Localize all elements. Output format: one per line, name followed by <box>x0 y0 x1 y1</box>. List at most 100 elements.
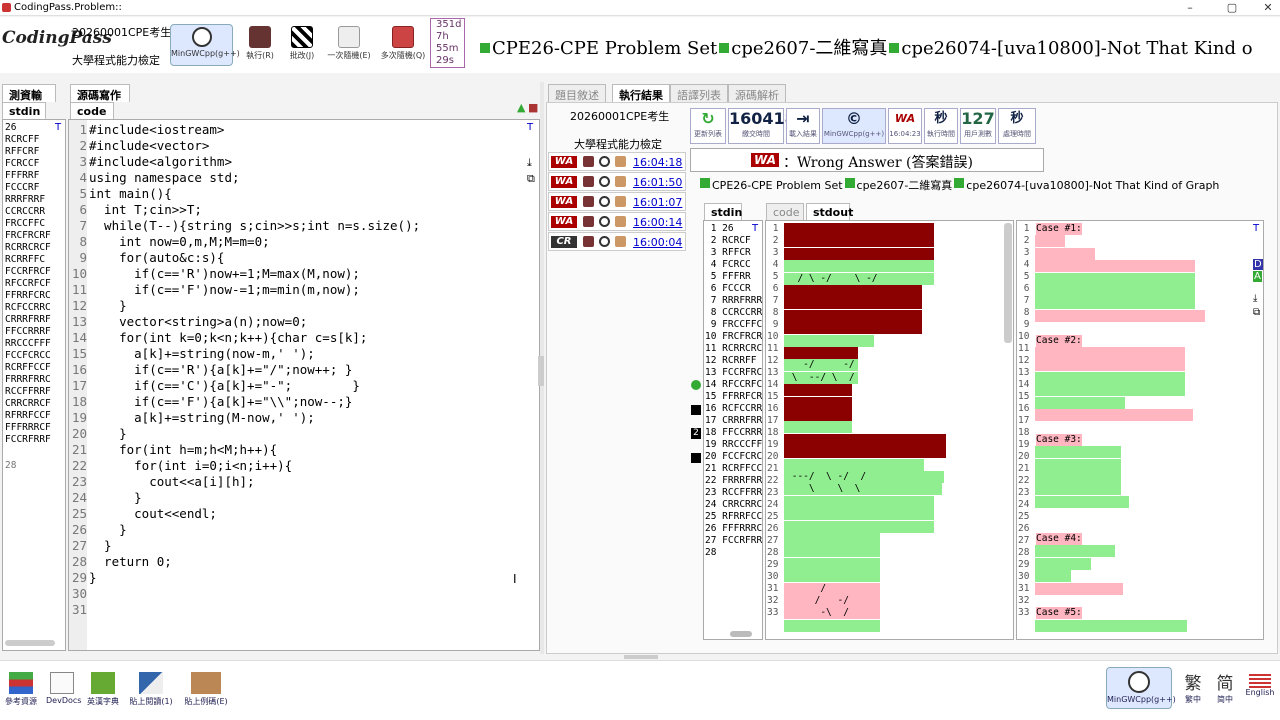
submission-row[interactable]: WA 16:04:18 <box>548 152 686 171</box>
code-line[interactable]: #include<iostream> <box>89 122 420 138</box>
run-small-icon[interactable]: ▲ <box>517 101 525 114</box>
submission-row[interactable]: WA 16:01:50 <box>548 172 686 191</box>
code-line[interactable]: if(c=='R')now+=1;M=max(M,now); <box>89 266 420 282</box>
stdin-line: FCCFCRCC <box>5 350 51 361</box>
code-line[interactable]: int now=0,m,M;M=m=0; <box>89 234 420 250</box>
code-line[interactable]: } <box>89 426 420 442</box>
code-line[interactable]: } <box>89 522 420 538</box>
result-stdin-panel[interactable]: 1 26 2 RCRCF 3 RFFCR 4 FCRCC 5 FFFRR 6 F… <box>703 220 763 640</box>
submission-row[interactable]: WA 16:01:07 <box>548 192 686 211</box>
download-icon[interactable]: ⤓ <box>527 156 532 170</box>
submission-time[interactable]: 16:00:04 <box>633 236 682 249</box>
close-icon[interactable]: ✕ <box>1258 1 1278 14</box>
code-line[interactable]: for(int i=0;i<n;i++){ <box>89 458 420 474</box>
text-mode-icon[interactable]: T <box>1253 223 1259 234</box>
code-line[interactable]: cout<<endl; <box>89 506 420 522</box>
code-line[interactable]: for(int k=0;k<n;k++){char c=s[k]; <box>89 330 420 346</box>
random-once-button[interactable]: 一次隨機(E) <box>322 24 376 66</box>
code-line[interactable]: while(T--){string s;cin>>s;int n=s.size(… <box>89 218 420 234</box>
text-mode-icon[interactable]: T <box>527 122 533 133</box>
code-line[interactable]: if(c=='C'){a[k]+="-"; } <box>89 378 420 394</box>
devdocs-button[interactable]: DevDocs <box>46 672 81 705</box>
code-line[interactable]: #include<vector> <box>89 138 420 154</box>
io-tab-code[interactable]: code <box>766 203 804 221</box>
stdin-hscrollbar[interactable] <box>730 631 752 637</box>
tab-run-result[interactable]: 執行結果 <box>612 84 670 102</box>
copy-icon[interactable]: ⧉ <box>1253 307 1260 318</box>
text-mode-icon[interactable]: T <box>752 223 758 234</box>
code-line[interactable]: } <box>89 298 420 314</box>
code-line[interactable]: } <box>89 490 420 506</box>
download-icon[interactable]: ⤓ <box>1253 293 1257 304</box>
submission-time[interactable]: 16:01:50 <box>633 176 682 189</box>
code-line[interactable]: #include<algorithm> <box>89 154 420 170</box>
refresh-icon: ↻ <box>701 109 715 128</box>
code-line[interactable]: if(c=='F'){a[k]+="\\";now--;} <box>89 394 420 410</box>
copy-icon[interactable]: ⧉ <box>527 172 535 186</box>
submission-time[interactable]: 16:04:18 <box>633 156 682 169</box>
expected-line-number: 23 <box>1018 487 1030 498</box>
code-line[interactable]: int main(){ <box>89 186 420 202</box>
refresh-list-button[interactable]: ↻ 更新列表 <box>690 108 726 144</box>
submission-row[interactable]: CR 16:00:04 <box>548 232 686 251</box>
code-tab[interactable]: code × <box>70 102 114 131</box>
code-line[interactable]: } <box>89 570 420 586</box>
judge-button[interactable]: 批改(J) <box>282 24 322 66</box>
io-tab-stdin[interactable]: stdin <box>704 203 742 221</box>
code-line-number: 1 <box>79 122 87 137</box>
code-line[interactable]: vector<string>a(n);now=0; <box>89 314 420 330</box>
code-line[interactable]: if(c=='F')now-=1;m=min(m,now); <box>89 282 420 298</box>
stdout-scrollbar[interactable] <box>1004 223 1012 343</box>
bottom-compiler-button[interactable]: MinGWCpp(g++) <box>1106 667 1176 709</box>
code-editor[interactable]: 1 2 3 4 5 6 7 8 9 10 11 12 13 14 15 16 17 18 19 20 21 22 23 24 2… <box>68 119 540 651</box>
dictionary-button[interactable]: 英漢字典 <box>86 672 120 707</box>
paste-example-button[interactable]: 貼上例碼(E) <box>182 672 230 707</box>
stdin-line: CRRRFRRF <box>5 314 51 325</box>
ref-resources-button[interactable]: 參考資源 <box>4 672 38 707</box>
load-result-button[interactable]: ⇥ 載入結果 <box>786 108 820 144</box>
bottom-split-handle[interactable] <box>624 655 658 659</box>
diff-mode-icon[interactable]: D <box>1253 259 1263 270</box>
code-line[interactable]: return 0; <box>89 554 420 570</box>
stdin-hscrollbar[interactable] <box>5 640 55 646</box>
lang-simp-button[interactable]: 简 简中 <box>1210 674 1240 705</box>
tab-test-input[interactable]: 測資輸入 <box>2 84 56 118</box>
folder-icon <box>480 43 490 53</box>
tab-compile-list[interactable]: 語譯列表 <box>670 84 728 102</box>
run-button[interactable]: 執行(R) <box>240 24 280 66</box>
tab-source-code[interactable]: 源碼寫作 <box>70 84 130 102</box>
submission-time[interactable]: 16:01:07 <box>633 196 682 209</box>
submission-time[interactable]: 16:00:14 <box>633 216 682 229</box>
code-line[interactable]: int T;cin>>T; <box>89 202 420 218</box>
answer-mode-icon[interactable]: A <box>1253 271 1262 282</box>
code-text[interactable]: #include<iostream> #include<vector> #inclu… <box>89 122 420 586</box>
maximize-icon[interactable]: ▢ <box>1222 1 1242 14</box>
paste-read-button[interactable]: 貼上閱讀(1) <box>126 672 176 707</box>
compiler-select-button[interactable]: MinGWCpp(g++) <box>170 24 240 66</box>
code-line[interactable]: for(int h=m;h<M;h++){ <box>89 442 420 458</box>
code-line[interactable]: using namespace std; <box>89 170 420 186</box>
stdout-panel[interactable]: 1 2 3 4 5 6 7 8 9 10 11 12 13 14 15 16 17 18 19 20 2… <box>765 220 1014 640</box>
stdin-text[interactable]: 26 RCRCFF RFFCRF FCRCCF FFFRRF FCCCRF RRRFRRF C… <box>5 122 55 472</box>
io-tab-stdout[interactable]: stdout <box>806 203 853 221</box>
tab-source-analysis[interactable]: 源碼解析 <box>728 84 786 102</box>
code-line[interactable]: a[k]+=string(now-m,' '); <box>89 346 420 362</box>
code-line[interactable]: for(auto&c:s){ <box>89 250 420 266</box>
random-multi-button[interactable]: 多次隨機(Q) <box>378 24 428 66</box>
minimize-icon[interactable]: – <box>1180 1 1200 14</box>
lang-english-button[interactable]: English <box>1242 674 1278 697</box>
submission-row[interactable]: WA 16:00:14 <box>548 212 686 231</box>
code-line[interactable]: a[k]+=string(M-now,' '); <box>89 410 420 426</box>
stop-small-icon[interactable]: ■ <box>528 101 538 114</box>
expected-output-panel[interactable]: 1 2 3 4 5 6 7 8 9 10 11 12 13 14 15 16 17 18 19 20 2… <box>1016 220 1264 640</box>
stdin-editor[interactable]: 26 RCRCFF RFFCRF FCRCCF FFFRRF FCCCRF RRRFRRF C… <box>2 119 66 651</box>
text-mode-icon[interactable]: T <box>55 122 61 133</box>
code-line[interactable]: if(c=='R'){a[k]+="/";now++; } <box>89 362 420 378</box>
split-handle[interactable] <box>538 356 544 386</box>
code-line[interactable]: cout<<a[i][h]; <box>89 474 420 490</box>
tab-problem-description[interactable]: 題目敘述 <box>548 84 606 102</box>
lang-trad-button[interactable]: 繁 繁中 <box>1178 674 1208 705</box>
stdin-tab[interactable]: stdin × <box>2 102 46 131</box>
code-line[interactable]: } <box>89 538 420 554</box>
expected-line-numbers: 1 2 3 4 5 6 7 8 9 10 11 12 13 14 15 16 17 18 19 20 2… <box>1018 223 1029 619</box>
